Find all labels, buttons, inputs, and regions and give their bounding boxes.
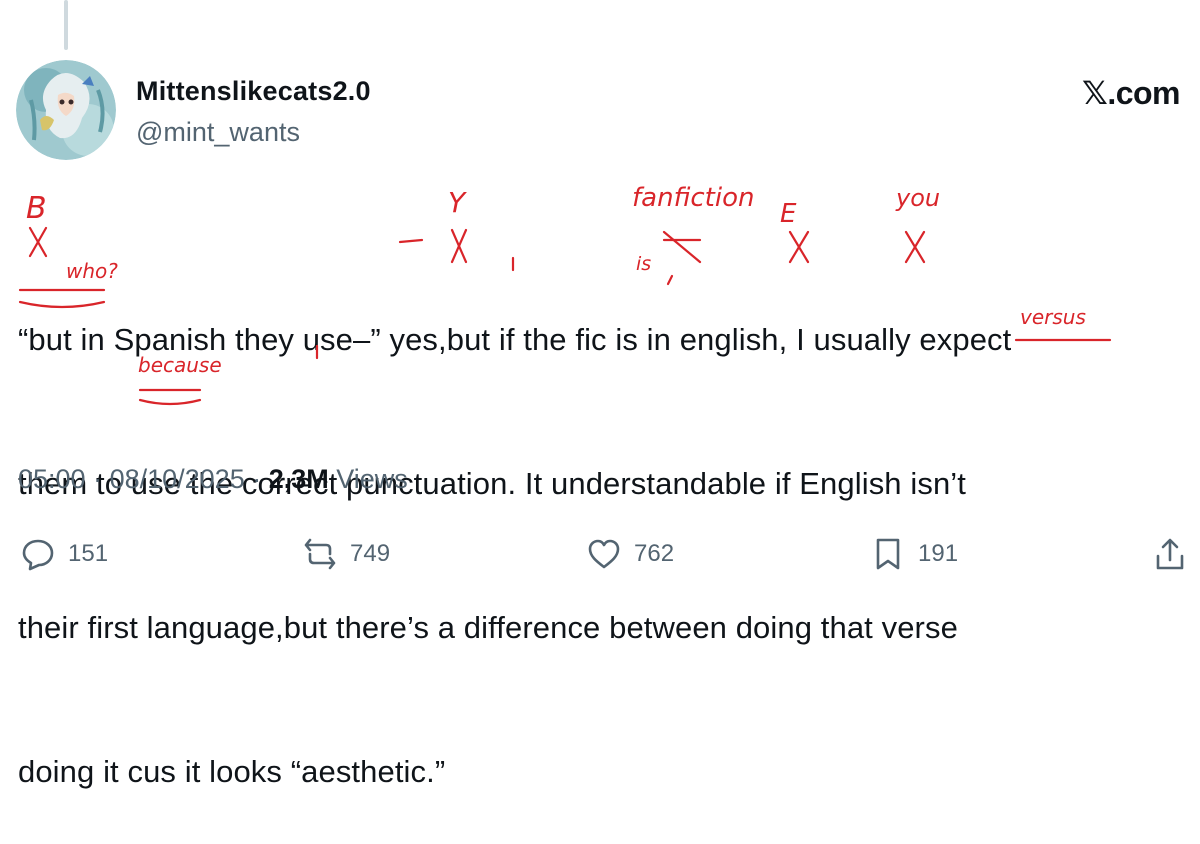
correction-you: you: [895, 184, 940, 212]
tweet-text-line: doing it cus it looks “aesthetic.”: [18, 754, 446, 789]
brand-domain: .com: [1107, 75, 1180, 111]
separator: ·: [244, 464, 269, 494]
heart-icon: [588, 539, 620, 569]
bookmark-icon: [876, 538, 900, 570]
tweet-date[interactable]: 08/10/2025: [110, 464, 245, 494]
share-button[interactable]: [1152, 532, 1188, 576]
repost-button[interactable]: 749: [302, 532, 390, 576]
repost-icon: [304, 538, 336, 570]
views-count: 2,3M: [268, 464, 329, 494]
tweet-text-line: their first language,but there’s a diffe…: [18, 610, 958, 645]
reply-count: 151: [68, 540, 109, 567]
tweet-metadata: 05:00 · 08/10/2025 · 2,3M Views: [18, 464, 408, 495]
x-logo-icon: 𝕏: [1082, 74, 1108, 112]
thread-connector-line: [64, 0, 68, 50]
author-display-name[interactable]: Mittenslikecats2.0: [136, 76, 371, 107]
x-brand-logo: 𝕏.com: [1082, 74, 1180, 112]
tweet-text-line: “but in Spanish they use–” yes,but if th…: [18, 322, 1012, 357]
tweet-time[interactable]: 05:00: [18, 464, 86, 494]
repost-count: 749: [350, 540, 391, 567]
tweet-actions: 151 749 762 191: [0, 532, 1200, 576]
correction-y: Y: [448, 186, 467, 219]
bookmark-button[interactable]: 191: [870, 532, 958, 576]
like-button[interactable]: 762: [586, 532, 674, 576]
reply-button[interactable]: 151: [20, 532, 108, 576]
share-icon: [1156, 538, 1184, 570]
views-label: Views: [328, 464, 408, 494]
author-handle[interactable]: @mint_wants: [136, 117, 300, 148]
avatar-image: [16, 60, 116, 160]
bookmark-count: 191: [918, 540, 959, 567]
avatar[interactable]: [16, 60, 116, 160]
reply-icon: [22, 539, 54, 571]
like-count: 762: [634, 540, 675, 567]
separator: ·: [85, 464, 110, 494]
correction-fanfiction: fanfiction: [632, 183, 754, 213]
